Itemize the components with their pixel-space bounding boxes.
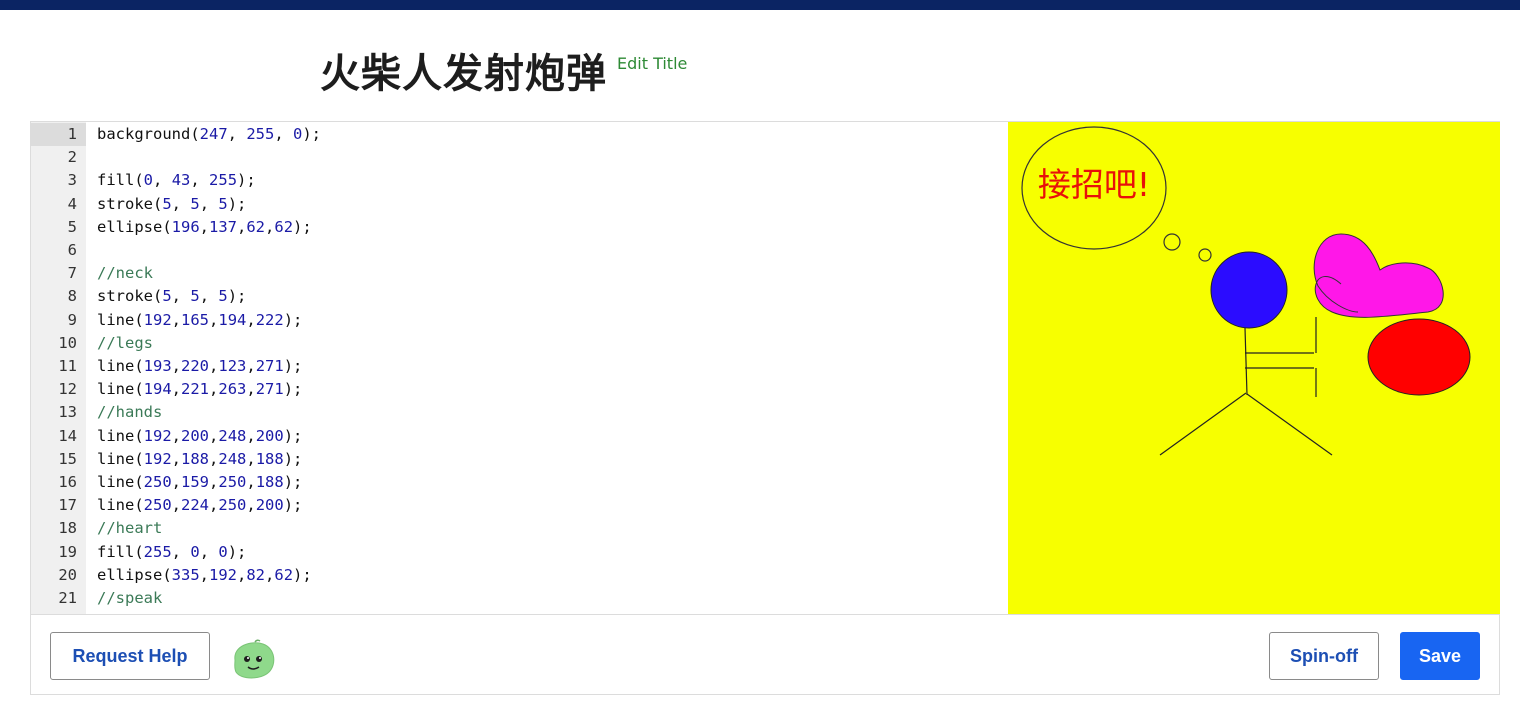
code-text: stroke(5, 5, 5); [97,194,247,213]
program-workspace: 1 background(247, 255, 0); 2 3 fill(0, 43, 2… [30,121,1500,695]
code-text: fill(0, 43, 255); [97,171,256,190]
edit-title-link[interactable]: Edit Title [617,54,687,73]
line-number: 20 [58,565,77,584]
line-number: 6 [67,241,77,259]
save-button[interactable]: Save [1400,632,1480,680]
code-line[interactable]: 1 background(247, 255, 0); [31,123,1008,147]
code-text: background(247, 255, 0); [97,125,322,143]
line-number: 3 [67,171,77,190]
line-number: 18 [58,519,77,538]
cannonball [1367,318,1471,396]
line-number: 12 [58,380,77,399]
line-number: 21 [58,589,77,607]
code-line[interactable]: 21 //speak [31,587,1008,610]
code-line[interactable]: 18 //heart [31,517,1008,540]
editor-footer: Request Help Spin-off Save [31,614,1499,694]
line-number: 19 [58,542,77,561]
code-text: line(194,221,263,271); [97,380,303,399]
code-text: line(192,200,248,200); [97,426,303,445]
code-line[interactable]: 17 line(250,224,250,200); [31,494,1008,517]
top-nav-bar [0,0,1520,10]
code-line[interactable]: 4 stroke(5, 5, 5); [31,193,1008,216]
code-line[interactable]: 11 line(193,220,123,271); [31,355,1008,378]
code-line[interactable]: 14 line(192,200,248,200); [31,425,1008,448]
line-number: 4 [67,194,77,213]
code-line[interactable]: 12 line(194,221,263,271); [31,378,1008,401]
green-blob-avatar-icon[interactable] [229,638,277,680]
code-text: //legs [97,333,153,352]
code-editor[interactable]: 1 background(247, 255, 0); 2 3 fill(0, 43, 2… [31,122,1008,614]
code-text: line(193,220,123,271); [97,357,303,375]
code-text: line(192,188,248,188); [97,449,303,468]
code-text: ellipse(335,192,82,62); [97,565,312,584]
code-text: ellipse(196,137,62,62); [97,217,312,236]
code-text: //hands [97,403,163,422]
code-line[interactable]: 19 fill(255, 0, 0); [31,541,1008,564]
code-line[interactable]: 15 line(192,188,248,188); [31,448,1008,471]
page-title: 火柴人发射炮弹 [320,51,607,97]
code-line[interactable]: 5 ellipse(196,137,62,62); [31,216,1008,239]
line-number: 13 [58,403,77,422]
title-row: 火柴人发射炮弹 Edit Title [320,48,687,100]
line-number: 1 [31,123,86,147]
code-text: //speak [97,589,163,607]
code-line[interactable]: 3 fill(0, 43, 255); [31,169,1008,192]
stickman-head [1210,251,1288,329]
line-number: 17 [58,496,77,515]
line-number: 10 [58,333,77,352]
code-text: //neck [97,264,153,283]
request-help-button[interactable]: Request Help [50,632,210,680]
code-line[interactable]: 13 //hands [31,401,1008,424]
code-text: line(192,165,194,222); [97,310,303,329]
code-line[interactable]: 8 stroke(5, 5, 5); [31,285,1008,308]
spinoff-button[interactable]: Spin-off [1269,632,1379,680]
code-text: line(250,159,250,188); [97,473,303,491]
code-text: stroke(5, 5, 5); [97,287,247,306]
line-number: 7 [67,264,77,283]
line-number: 9 [67,310,77,329]
line-number: 5 [67,217,77,236]
code-line[interactable]: 16 line(250,159,250,188); [31,471,1008,494]
code-text: line(250,224,250,200); [97,496,303,515]
code-text: //heart [97,519,163,538]
line-number: 14 [58,426,77,445]
code-line[interactable]: 20 ellipse(335,192,82,62); [31,564,1008,587]
canvas-svg: 接招吧! [1008,122,1500,614]
code-line[interactable]: 10 //legs [31,332,1008,355]
line-number: 8 [67,287,77,306]
line-number: 16 [58,473,77,491]
code-line[interactable]: 6 [31,239,1008,262]
speech-text: 接招吧! [1038,165,1150,204]
line-number: 11 [58,357,77,375]
code-line[interactable]: 2 [31,146,1008,169]
code-line[interactable]: 9 line(192,165,194,222); [31,309,1008,332]
code-text: fill(255, 0, 0); [97,542,247,561]
output-canvas[interactable]: 接招吧! [1008,122,1500,614]
line-number: 2 [67,148,77,167]
code-line[interactable]: 7 //neck [31,262,1008,285]
line-number: 15 [58,449,77,468]
